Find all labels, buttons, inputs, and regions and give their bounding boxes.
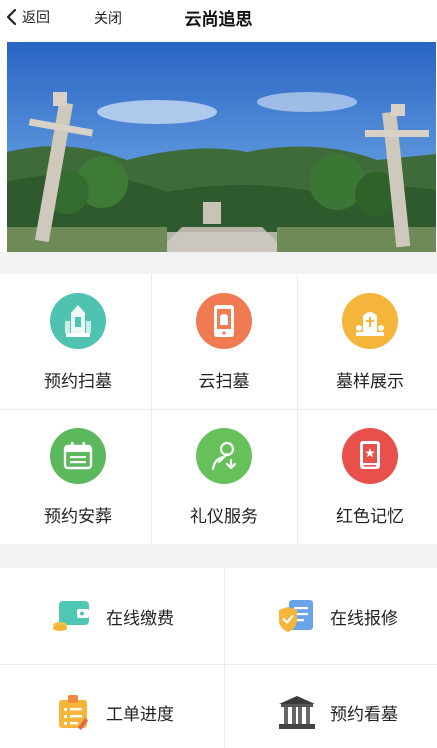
chevron-left-icon — [6, 8, 17, 26]
grid-item-label: 礼仪服务 — [190, 507, 258, 527]
grid-item-appointment-sweep[interactable]: 预约扫墓 — [5, 274, 151, 409]
section-divider — [0, 252, 437, 274]
grid-item-ceremony-service[interactable]: 礼仪服务 — [151, 409, 297, 544]
top-nav-bar: 返回 关闭 云尚追思 — [0, 0, 437, 36]
people-service-icon — [196, 428, 252, 484]
work-order-icon — [50, 692, 96, 732]
wallet-icon — [50, 596, 96, 636]
back-label: 返回 — [22, 10, 50, 26]
section-divider — [0, 544, 437, 568]
grid-item-red-memory[interactable]: 红色记忆 — [297, 409, 437, 544]
grid-item-label: 红色记忆 — [336, 507, 404, 527]
phone-memorial-icon — [196, 293, 252, 349]
grid-item-label: 预约扫墓 — [44, 372, 112, 392]
red-book-icon — [342, 428, 398, 484]
tombstone-icon — [342, 293, 398, 349]
service-work-order-progress[interactable]: 工单进度 — [0, 664, 218, 748]
grid-item-appointment-burial[interactable]: 预约安葬 — [5, 409, 151, 544]
service-label: 预约看墓 — [330, 704, 398, 725]
service-online-payment[interactable]: 在线缴费 — [0, 568, 218, 664]
memorial-tower-icon — [50, 293, 106, 349]
service-appointment-tomb-visit[interactable]: 预约看墓 — [224, 664, 437, 748]
page-title: 云尚追思 — [184, 10, 253, 30]
service-label: 在线报修 — [330, 608, 398, 629]
repair-report-icon — [274, 596, 320, 636]
grid-item-tomb-showcase[interactable]: 墓样展示 — [297, 274, 437, 409]
feature-grid: 预约扫墓 云扫墓 墓样展示 预约安葬 礼仪服务 红色记忆 — [0, 274, 437, 544]
calendar-icon — [50, 428, 106, 484]
service-label: 在线缴费 — [106, 608, 174, 629]
service-online-repair[interactable]: 在线报修 — [224, 568, 437, 664]
close-button[interactable]: 关闭 — [94, 8, 122, 28]
grid-item-label: 预约安葬 — [44, 507, 112, 527]
grid-item-label: 云扫墓 — [198, 372, 250, 392]
service-list: 在线缴费 在线报修 工单进度 预约看墓 — [0, 568, 437, 748]
grid-item-cloud-sweep[interactable]: 云扫墓 — [151, 274, 297, 409]
memorial-gate-icon — [274, 692, 320, 732]
grid-item-label: 墓样展示 — [336, 372, 404, 392]
cemetery-banner-image — [7, 42, 436, 252]
back-button[interactable]: 返回 — [4, 6, 50, 28]
service-label: 工单进度 — [106, 704, 174, 725]
